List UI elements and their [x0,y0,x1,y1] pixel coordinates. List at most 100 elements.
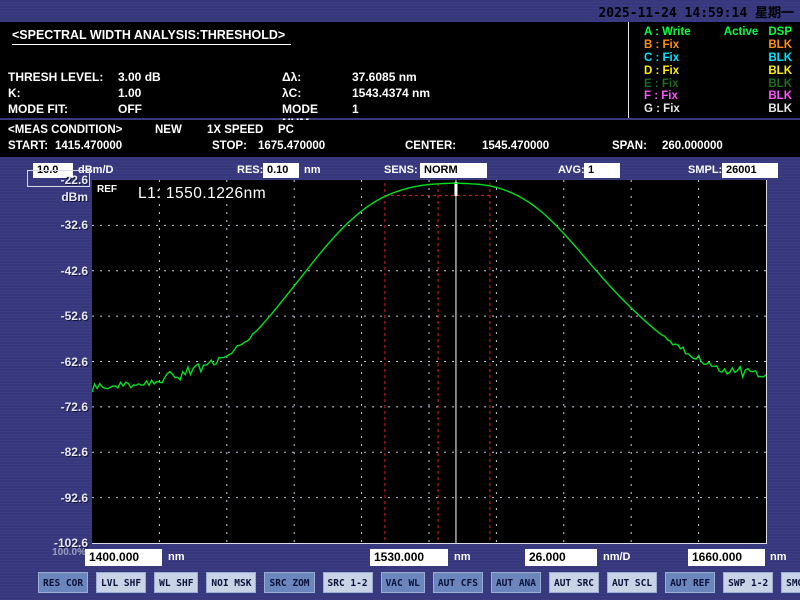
y-tick-label: -42.6 [28,264,88,278]
sens-label: SENS: [384,164,418,176]
datetime-display: 2025-11-24 14:59:14 星期一 [598,2,794,21]
start-label: START: [8,140,48,152]
meas-mode: NEW [155,124,182,136]
y-tick-label: -52.6 [28,309,88,323]
trace-row[interactable]: C : Fix BLK [628,52,798,65]
softkey-smooth[interactable]: SMOOTH [781,572,800,593]
softkey-aut-ref[interactable]: AUT REF [665,572,715,593]
softkey-noi-msk[interactable]: NOI MSK [206,572,256,593]
y-tick-label: -72.6 [28,400,88,414]
trace-row[interactable]: F : FixBLK [628,90,798,103]
trace-status: BLK [768,103,792,115]
softkey-vac-wl[interactable]: VAC WL [381,572,425,593]
trace-row[interactable]: A : WriteActiveDSP [628,26,798,39]
analysis-header-panel: <SPECTRAL WIDTH ANALYSIS:THRESHOLD> THRE… [0,22,800,118]
start-value: 1415.470000 [55,140,122,152]
center-label: CENTER: [405,140,456,152]
analysis-row: MODE FIT:OFFMODE NUM:1 [0,102,620,118]
softkey-aut-cfs[interactable]: AUT CFS [433,572,483,593]
trace-name: E : Fix [644,78,724,90]
trace-active-flag: Active [724,26,769,38]
analysis-value2: 1543.4374 nm [352,86,620,102]
trace-name: D : Fix [644,65,724,77]
settings-bar: 10.0 dBm/D RES: 0.10 nm SENS: NORM AVG: … [0,158,800,180]
marker-l1-handle[interactable] [454,182,457,196]
x-scale-unit: nm/D [603,551,631,563]
y-axis-unit: dBm [30,190,88,204]
x-stop-unit: nm [770,551,787,563]
trace-row[interactable]: B : Fix BLK [628,39,798,52]
trace-status: BLK [768,90,792,102]
softkey-lvl-shf[interactable]: LVL SHF [96,572,146,593]
avg-field[interactable]: 1 [584,163,620,178]
spectrum-plot[interactable]: REF L1: 1550.1226nm [92,180,767,544]
trace-row[interactable]: E : Fix BLK [628,77,798,90]
y-tick-label: -62.6 [28,355,88,369]
analysis-label2: Δλ: [282,70,352,86]
softkey-wl-shf[interactable]: WL SHF [154,572,198,593]
meas-title: <MEAS CONDITION> [8,124,122,136]
spectrum-svg [92,180,766,543]
x-start-unit: nm [168,551,185,563]
trace-status: BLK [768,78,792,90]
analysis-value: 3.00 dB [118,70,282,86]
meas-speed: 1X SPEED [207,124,263,136]
y-tick-label: -92.6 [28,491,88,505]
span-value: 260.000000 [662,140,723,152]
y-tick-label: -32.6 [28,218,88,232]
trace-name: B : Fix [644,39,724,51]
analysis-label: K: [8,86,118,102]
osa-screen: 2025-11-24 14:59:14 星期一 <SPECTRAL WIDTH … [0,0,800,600]
stop-label: STOP: [212,140,247,152]
meas-condition-panel: <MEAS CONDITION> NEW 1X SPEED PC START: … [0,120,800,157]
trace-name: C : Fix [644,52,724,64]
x-axis-bar: 1400.000 nm 1530.000 nm 26.000 nm/D 1660… [0,547,800,569]
meas-interface: PC [278,124,294,136]
trace-row[interactable]: G : Fix BLK [628,103,798,116]
analysis-results: THRESH LEVEL:3.00 dBΔλ:37.6085 nmK:1.00λ… [0,70,620,118]
x-start-field[interactable]: 1400.000 [85,549,162,566]
span-label: SPAN: [612,140,647,152]
softkey-src-1-2[interactable]: SRC 1-2 [323,572,373,593]
res-label: RES: [237,164,263,176]
analysis-title: <SPECTRAL WIDTH ANALYSIS:THRESHOLD> [12,28,291,45]
trace-row[interactable]: D : Fix BLK [628,64,798,77]
softkey-res-cor[interactable]: RES COR [38,572,88,593]
softkey-aut-ana[interactable]: AUT ANA [491,572,541,593]
trace-name: A : Write [644,26,724,38]
center-value: 1545.470000 [482,140,549,152]
softkey-aut-src[interactable]: AUT SRC [549,572,599,593]
analysis-label: THRESH LEVEL: [8,70,118,86]
res-unit: nm [304,164,321,176]
sens-field[interactable]: NORM [420,163,487,178]
x-stop-field[interactable]: 1660.000 [688,549,765,566]
ref-marker-text: REF [97,184,117,195]
softkey-aut-scl[interactable]: AUT SCL [607,572,657,593]
res-field[interactable]: 0.10 [263,163,299,178]
x-center-field[interactable]: 1530.000 [370,549,448,566]
ref-level-box [27,170,90,187]
trace-status: BLK [768,65,792,77]
trace-status: BLK [768,39,792,51]
smpl-field[interactable]: 26001 [722,163,778,178]
x-scale-field[interactable]: 26.000 [525,549,597,566]
trace-status: DSP [768,26,792,38]
analysis-value: 1.00 [118,86,282,102]
analysis-value2: 37.6085 nm [352,70,620,86]
stop-value: 1675.470000 [258,140,325,152]
softkey-src-zom[interactable]: SRC ZOM [264,572,314,593]
y-tick-label: -82.6 [28,445,88,459]
softkey-bar: RES COR LVL SHF WL SHF NOI MSK SRC ZOM SRC 1-… [38,571,798,593]
avg-label: AVG: [558,164,585,176]
analysis-row: THRESH LEVEL:3.00 dBΔλ:37.6085 nm [0,70,620,86]
x-center-unit: nm [454,551,471,563]
smpl-label: SMPL: [688,164,722,176]
trace-a-curve [92,183,766,392]
trace-status: BLK [768,52,792,64]
trace-list: A : WriteActiveDSPB : FixBLKC : FixBLKD … [628,26,798,116]
analysis-row: K:1.00λC:1543.4374 nm [0,86,620,102]
softkey-swp-1-2[interactable]: SWP 1-2 [723,572,773,593]
trace-name: G : Fix [644,103,724,115]
marker-l1-readout: L1: 1550.1226nm [138,185,266,203]
analysis-label2: λC: [282,86,352,102]
